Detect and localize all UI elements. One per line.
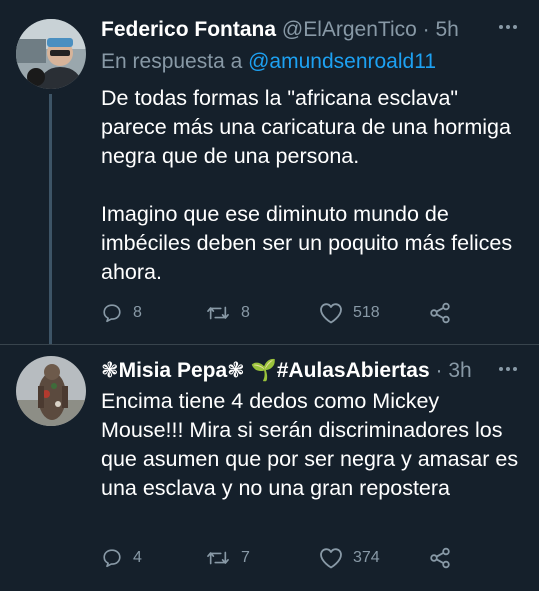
tweet-paragraph: De todas formas la "africana esclava" pa… [101,86,511,168]
share-icon [430,547,450,569]
reply-context: En respuesta a @amundsenroald11 [101,48,436,76]
share-button[interactable] [429,302,451,324]
like-button[interactable]: 374 [319,547,380,569]
retweet-icon [207,551,229,565]
reply-count: 8 [133,304,142,321]
tweet-text: De todas formas la "africana esclava" pa… [101,84,521,287]
user-handle[interactable]: @ElArgenTico [282,18,417,41]
separator-dot: · [422,18,430,41]
tweet-1[interactable]: Federico Fontana @ElArgenTico · 5h En re… [0,14,539,344]
more-icon[interactable] [497,16,519,38]
reply-button[interactable]: 8 [101,302,142,324]
reply-button[interactable]: 4 [101,547,142,569]
tweet-actions: 4 7 374 [101,547,461,577]
tweet-text: Encima tiene 4 dedos como Mickey Mouse!!… [101,387,521,503]
reply-handle-link[interactable]: @amundsenroald11 [248,50,436,73]
avatar-image [16,19,86,89]
reply-count: 4 [133,549,142,566]
tweet-header: Federico Fontana @ElArgenTico · 5h [101,16,479,44]
tweet-divider [0,344,539,345]
more-icon[interactable] [497,358,519,380]
retweet-button[interactable]: 7 [205,547,250,569]
tweet-header: ❃Misia Pepa❃ 🌱#AulasAbiertas · 3h [101,357,479,385]
avatar-image [16,356,86,426]
like-icon [320,548,342,569]
avatar-misia-pepa[interactable] [16,356,86,426]
tweet-actions: 8 8 518 [101,302,461,332]
retweet-count: 8 [241,304,250,321]
retweet-button[interactable]: 8 [205,302,250,324]
separator-dot: · [435,359,443,382]
thread-line [49,94,52,344]
tweet-paragraph: Imagino que ese diminuto mundo de imbéci… [101,202,513,284]
retweet-icon [207,306,229,320]
timestamp[interactable]: 3h [448,359,471,382]
reply-icon [103,549,121,568]
reply-icon [103,304,121,323]
retweet-count: 7 [241,549,250,566]
timestamp[interactable]: 5h [435,18,458,41]
share-button[interactable] [429,547,451,569]
display-name[interactable]: Federico Fontana [101,18,276,41]
tweet-2[interactable]: ❃Misia Pepa❃ 🌱#AulasAbiertas · 3h Encima… [0,354,539,591]
reply-prefix: En respuesta a [101,50,243,73]
display-name[interactable]: ❃Misia Pepa❃ 🌱#AulasAbiertas [101,359,430,382]
like-count: 374 [353,549,380,566]
avatar-federico[interactable] [16,19,86,89]
share-icon [430,302,450,324]
like-button[interactable]: 518 [319,302,380,324]
like-icon [320,303,342,324]
like-count: 518 [353,304,380,321]
tweet-paragraph: Encima tiene 4 dedos como Mickey Mouse!!… [101,389,519,500]
